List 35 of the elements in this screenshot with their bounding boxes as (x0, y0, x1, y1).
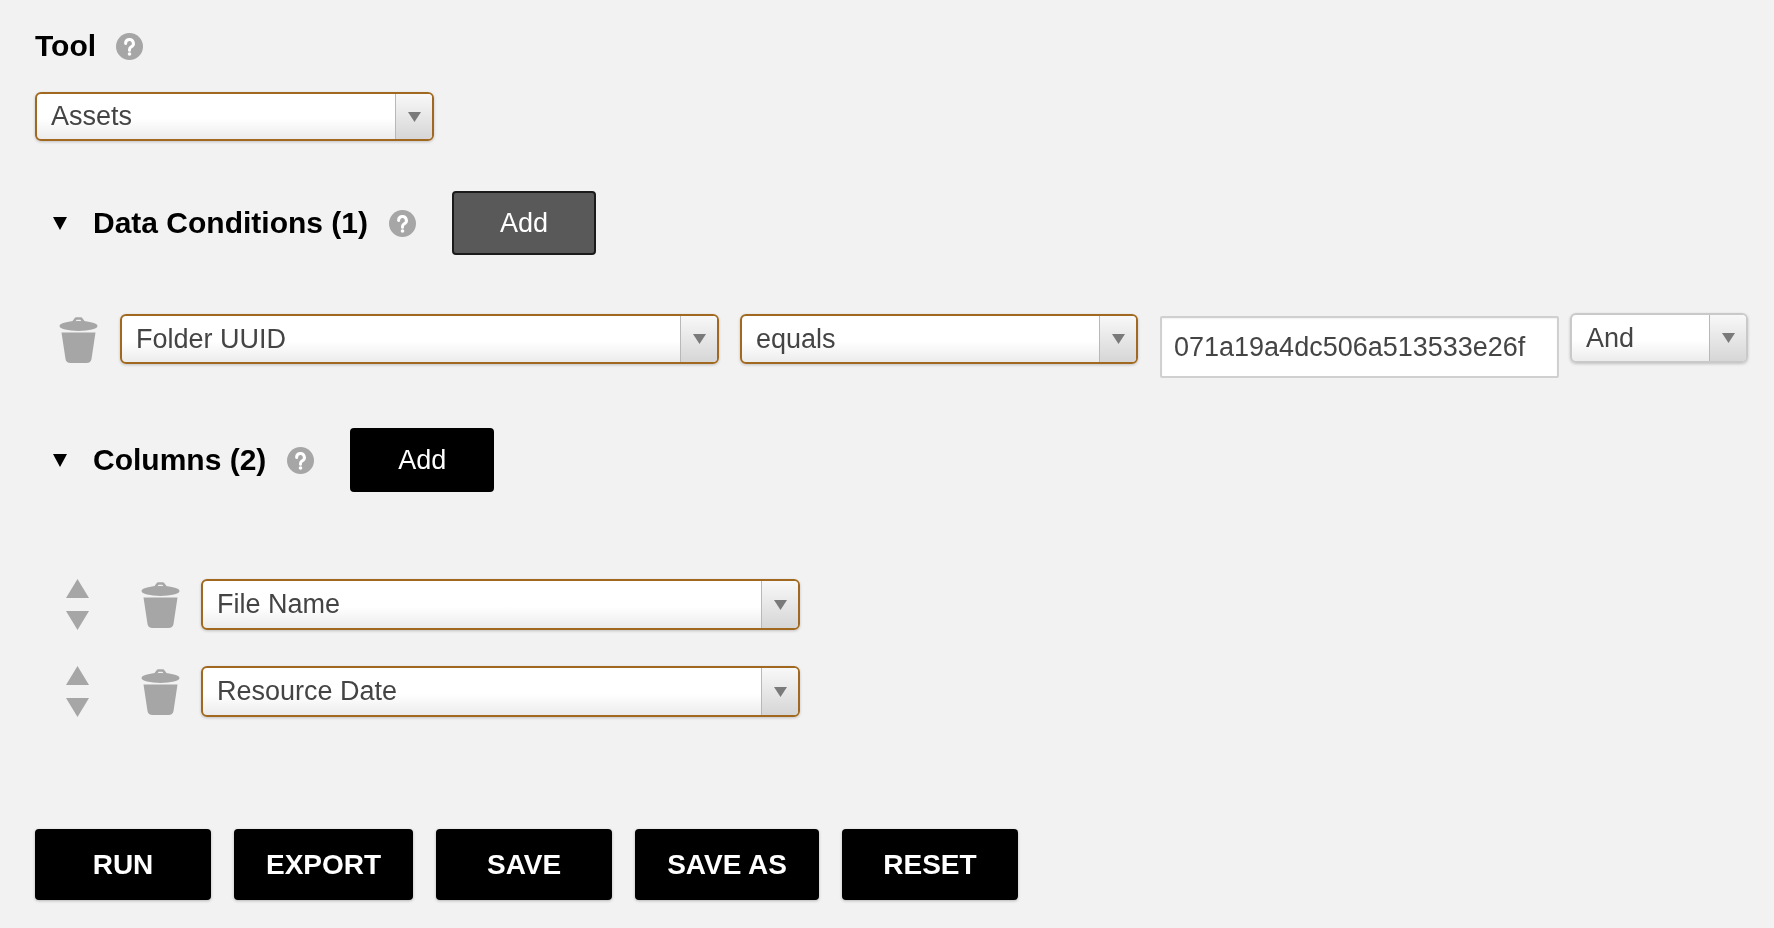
add-button[interactable]: Add (350, 428, 495, 492)
expand-caret-icon[interactable] (53, 453, 67, 467)
field-label: Tool (35, 28, 97, 64)
down-triangle-icon[interactable] (66, 698, 89, 717)
help-icon[interactable] (389, 209, 416, 237)
column-dropdown[interactable]: File Name (201, 579, 800, 630)
trash-icon[interactable] (141, 668, 180, 715)
action-button[interactable]: RESET (841, 829, 1018, 900)
caret-icon (773, 599, 787, 610)
add-button[interactable]: Add (452, 191, 596, 255)
help-icon[interactable] (116, 32, 144, 60)
caret-icon (773, 686, 787, 697)
action-button[interactable]: RUN (35, 829, 211, 900)
column-dropdown[interactable]: Resource Date (201, 666, 800, 717)
section-title: Data Conditions (1) (93, 205, 368, 241)
up-triangle-icon[interactable] (66, 666, 89, 685)
caret-icon (1111, 334, 1125, 344)
action-button[interactable]: EXPORT (234, 829, 414, 900)
trash-icon[interactable] (59, 316, 98, 363)
operator-dropdown[interactable]: equals (740, 314, 1138, 364)
action-button[interactable]: SAVE AS (635, 829, 819, 900)
expand-caret-icon[interactable] (53, 216, 67, 230)
up-triangle-icon[interactable] (66, 579, 89, 598)
caret-icon (407, 111, 421, 122)
down-triangle-icon[interactable] (66, 611, 89, 630)
tool-dropdown[interactable]: Assets (35, 92, 434, 141)
action-button[interactable]: SAVE (436, 829, 613, 900)
help-icon[interactable] (287, 446, 315, 474)
input-field[interactable]: 071a19a4dc506a513533e26f (1160, 316, 1559, 378)
joiner-dropdown[interactable]: And (1570, 313, 1748, 363)
section-title: Columns (2) (93, 442, 267, 478)
caret-icon (692, 334, 706, 344)
field-dropdown[interactable]: Folder UUID (120, 314, 719, 364)
caret-icon (1721, 333, 1735, 343)
trash-icon[interactable] (141, 581, 180, 628)
